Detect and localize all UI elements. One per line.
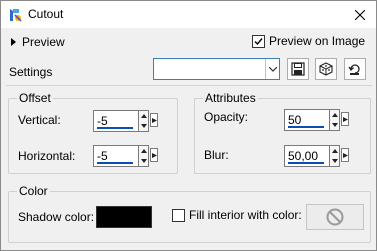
preview-on-image-option[interactable]: Preview on Image — [252, 34, 365, 48]
blur-label: Blur: — [204, 148, 229, 162]
preview-label: Preview — [22, 35, 65, 49]
preview-on-image-checkbox[interactable] — [252, 34, 265, 48]
horizontal-label: Horizontal: — [18, 149, 76, 163]
color-group: Color Shadow color: Fill interior with c… — [8, 184, 371, 243]
no-color-icon — [326, 208, 344, 226]
shadow-color-label: Shadow color: — [18, 210, 95, 224]
close-icon — [355, 9, 365, 20]
checkmark-icon — [254, 37, 263, 45]
app-icon — [7, 7, 23, 23]
window-title: Cutout — [28, 7, 64, 21]
offset-group: Offset Vertical: -5 Horizontal: -5 — [8, 91, 178, 174]
vertical-value: -5 — [97, 114, 108, 128]
shadow-color-swatch[interactable] — [96, 206, 152, 228]
popup-arrow-icon — [342, 152, 348, 158]
vertical-value-bar — [97, 127, 133, 129]
opacity-slider-popup-button[interactable] — [341, 112, 349, 126]
preview-toggle[interactable]: Preview — [11, 35, 65, 49]
separator — [6, 85, 372, 86]
spin-down-icon[interactable] — [139, 156, 148, 166]
horizontal-value: -5 — [97, 149, 108, 163]
vertical-step-arrows[interactable] — [139, 110, 149, 132]
opacity-step-arrows[interactable] — [330, 109, 340, 131]
blur-input[interactable]: 50,00 — [284, 145, 330, 167]
cutout-dialog: Cutout Preview Preview on Image Settings — [0, 0, 377, 251]
vertical-label: Vertical: — [18, 113, 61, 127]
horizontal-input[interactable]: -5 — [93, 145, 139, 167]
vertical-slider-popup-button[interactable] — [150, 113, 158, 127]
reset-button[interactable] — [344, 58, 366, 80]
opacity-label: Opacity: — [204, 110, 249, 124]
settings-label: Settings — [9, 65, 53, 79]
reset-icon — [348, 64, 360, 75]
opacity-value-bar — [288, 126, 324, 128]
spin-up-icon[interactable] — [139, 146, 148, 156]
horizontal-slider-popup-button[interactable] — [150, 148, 158, 162]
title-bar: Cutout — [1, 1, 376, 28]
opacity-input[interactable]: 50 — [284, 109, 330, 131]
fill-interior-label: Fill interior with color: — [189, 208, 302, 222]
blur-value-bar — [288, 162, 324, 164]
horizontal-spinner[interactable]: -5 — [93, 145, 158, 167]
blur-value: 50,00 — [288, 149, 319, 163]
spin-down-icon[interactable] — [330, 156, 339, 166]
popup-arrow-icon — [342, 116, 348, 122]
offset-group-title: Offset — [17, 91, 53, 105]
opacity-spinner[interactable]: 50 — [284, 109, 349, 131]
horizontal-value-bar — [97, 162, 133, 164]
randomize-button[interactable] — [315, 58, 337, 80]
vertical-input[interactable]: -5 — [93, 110, 139, 132]
opacity-value: 50 — [288, 113, 302, 127]
blur-step-arrows[interactable] — [330, 145, 340, 167]
blur-slider-popup-button[interactable] — [341, 148, 349, 162]
blur-spinner[interactable]: 50,00 — [284, 145, 349, 167]
vertical-spinner[interactable]: -5 — [93, 110, 158, 132]
color-group-title: Color — [17, 184, 50, 198]
fill-interior-option[interactable]: Fill interior with color: — [172, 208, 302, 222]
horizontal-step-arrows[interactable] — [139, 145, 149, 167]
fill-interior-checkbox[interactable] — [172, 208, 185, 222]
settings-dropdown[interactable] — [153, 58, 280, 80]
close-button[interactable] — [344, 1, 376, 28]
chevron-down-icon — [265, 59, 279, 79]
save-preset-button[interactable] — [287, 58, 309, 80]
spin-down-icon[interactable] — [139, 121, 148, 131]
spin-down-icon[interactable] — [330, 120, 339, 130]
expand-arrow-icon — [11, 38, 16, 46]
spin-up-icon[interactable] — [330, 110, 339, 120]
attributes-group: Attributes Opacity: 50 Blur: 50,00 — [194, 91, 371, 174]
popup-arrow-icon — [151, 152, 157, 158]
save-icon — [291, 62, 305, 76]
popup-arrow-icon — [151, 117, 157, 123]
spin-up-icon[interactable] — [139, 111, 148, 121]
attributes-group-title: Attributes — [203, 91, 258, 105]
randomize-icon — [319, 62, 333, 76]
preview-on-image-label: Preview on Image — [269, 34, 366, 48]
fill-color-swatch[interactable] — [306, 204, 364, 230]
spin-up-icon[interactable] — [330, 146, 339, 156]
